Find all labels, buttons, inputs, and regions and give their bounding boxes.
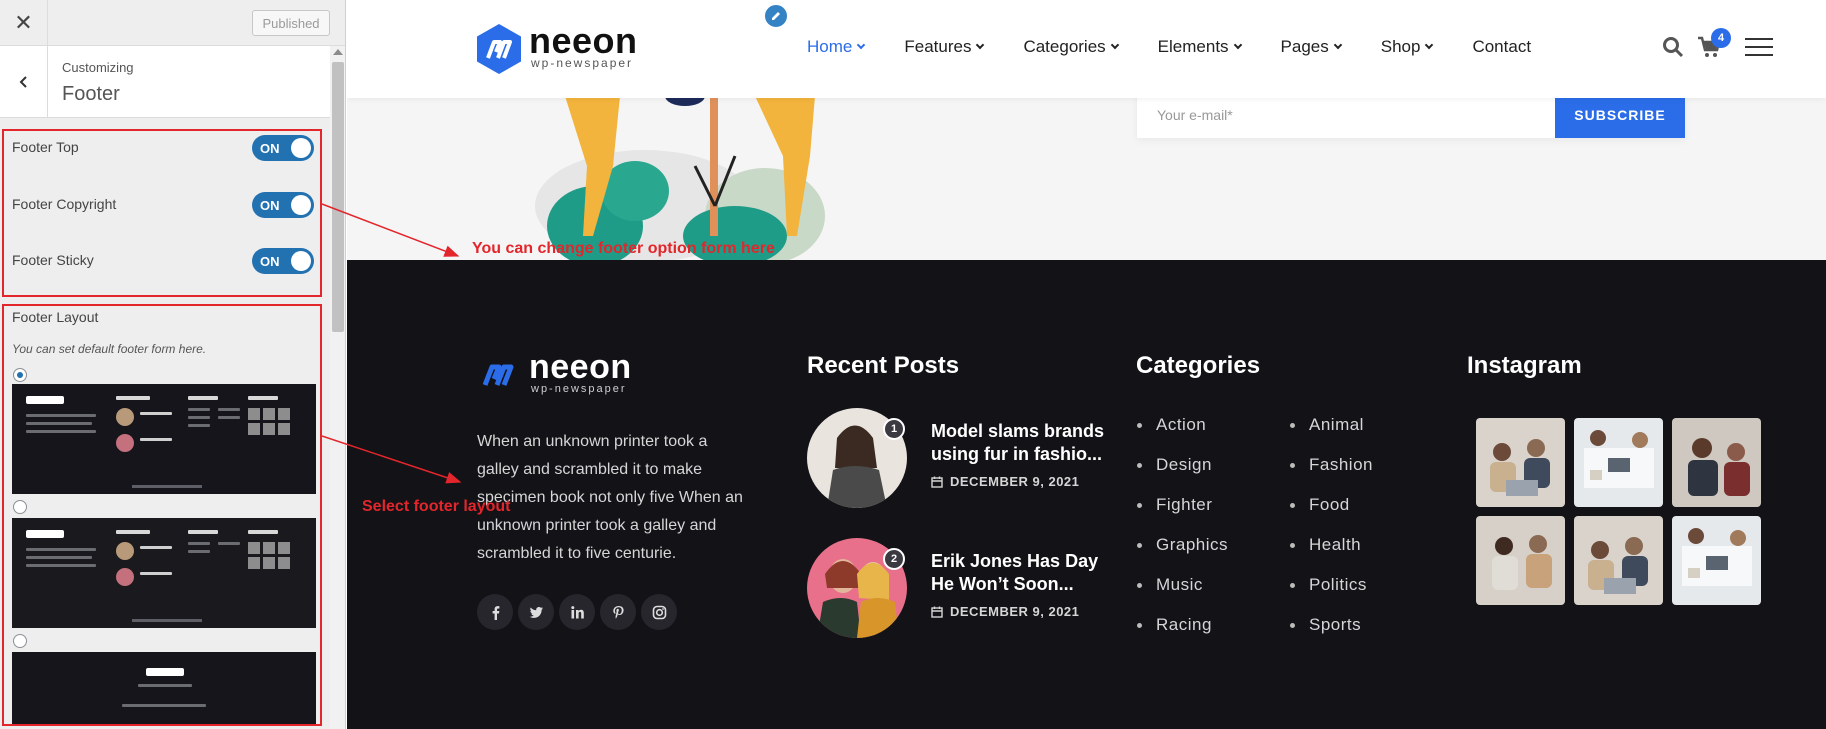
instagram-photo[interactable] <box>1574 516 1663 605</box>
close-customizer-button[interactable]: ✕ <box>0 0 48 46</box>
category-link[interactable]: Action <box>1137 405 1287 445</box>
site-logo-tagline: wp-newspaper <box>531 56 634 70</box>
post-number-badge: 1 <box>883 418 905 440</box>
category-link[interactable]: Health <box>1290 525 1440 565</box>
instagram-photo[interactable] <box>1672 516 1761 605</box>
scrollbar-thumb[interactable] <box>332 62 344 332</box>
category-link[interactable]: Politics <box>1290 565 1440 605</box>
instagram-grid <box>1476 418 1766 605</box>
section-title: Footer <box>62 83 120 105</box>
instagram-photo[interactable] <box>1672 418 1761 507</box>
instagram-photo[interactable] <box>1574 418 1663 507</box>
sidebar-scrollbar[interactable] <box>330 46 345 729</box>
categories-list-left: Action Design Fighter Graphics Music Rac… <box>1137 405 1287 645</box>
category-link[interactable]: Racing <box>1137 605 1287 645</box>
chevron-down-icon <box>1333 40 1342 50</box>
chevron-down-icon <box>1110 40 1119 50</box>
category-link[interactable]: Sports <box>1290 605 1440 645</box>
post-title[interactable]: Model slams brands using fur in fashio..… <box>931 420 1113 464</box>
menu-item-home[interactable]: Home <box>807 37 866 57</box>
chevron-down-icon <box>857 40 866 50</box>
annotation-toggles: You can change footer option form here <box>472 240 775 257</box>
recent-post-item[interactable]: 1 Model slams brands using fur in fashio… <box>807 408 1127 510</box>
chevron-down-icon <box>1425 40 1434 50</box>
newsletter-form: SUBSCRIBE <box>1137 92 1685 138</box>
footer-logo-text[interactable]: neeon <box>529 348 632 387</box>
menu-item-features[interactable]: Features <box>904 37 985 57</box>
site-preview: SUBSCRIBE neeon wp-newspaper Home Featur… <box>347 0 1826 729</box>
toggles-highlight-box <box>2 129 322 297</box>
email-input[interactable] <box>1137 92 1555 138</box>
pinterest-icon[interactable] <box>600 594 636 630</box>
categories-list-right: Animal Fashion Food Health Politics Spor… <box>1290 405 1440 645</box>
category-link[interactable]: Fashion <box>1290 445 1440 485</box>
chevron-down-icon <box>1233 40 1242 50</box>
recent-post-item[interactable]: 2 Erik Jones Has Day He Won’t Soon... DE… <box>807 538 1127 640</box>
instagram-icon[interactable] <box>641 594 677 630</box>
scroll-up-icon[interactable] <box>333 49 343 55</box>
layout-highlight-box <box>2 304 322 726</box>
customizer-sidebar: ✕ Published Customizing Footer Footer To… <box>0 0 346 729</box>
category-link[interactable]: Music <box>1137 565 1287 605</box>
footer-logo-tagline: wp-newspaper <box>531 383 627 395</box>
customizer-topbar: ✕ Published <box>0 0 345 46</box>
menu-item-contact[interactable]: Contact <box>1472 37 1531 57</box>
instagram-title: Instagram <box>1467 352 1582 379</box>
footer-logo-icon[interactable] <box>483 363 517 387</box>
category-link[interactable]: Food <box>1290 485 1440 525</box>
breadcrumb: Customizing <box>62 60 134 75</box>
twitter-icon[interactable] <box>518 594 554 630</box>
close-icon: ✕ <box>14 10 33 35</box>
illustration-image <box>535 96 825 260</box>
cart-count-badge: 4 <box>1711 28 1731 48</box>
menu-item-categories[interactable]: Categories <box>1023 37 1119 57</box>
facebook-icon[interactable] <box>477 594 513 630</box>
instagram-photo[interactable] <box>1476 418 1565 507</box>
calendar-icon <box>931 476 943 488</box>
chevron-down-icon <box>976 40 985 50</box>
subscribe-button[interactable]: SUBSCRIBE <box>1555 92 1685 138</box>
category-link[interactable]: Graphics <box>1137 525 1287 565</box>
footer-description: When an unknown printer took a galley an… <box>477 433 743 562</box>
post-date: DECEMBER 9, 2021 <box>931 474 1079 489</box>
post-date: DECEMBER 9, 2021 <box>931 604 1079 619</box>
back-button[interactable] <box>0 46 48 118</box>
main-menu: Home Features Categories Elements Pages … <box>807 37 1571 57</box>
recent-posts-title: Recent Posts <box>807 352 960 379</box>
menu-item-pages[interactable]: Pages <box>1281 37 1342 57</box>
calendar-icon <box>931 606 943 618</box>
site-header: neeon wp-newspaper Home Features Categor… <box>347 0 1826 98</box>
menu-item-elements[interactable]: Elements <box>1158 37 1242 57</box>
hamburger-menu-icon[interactable] <box>1745 38 1773 56</box>
edit-shortcut-pencil-icon[interactable] <box>763 3 789 29</box>
social-links <box>477 594 682 630</box>
category-link[interactable]: Fighter <box>1137 485 1287 525</box>
search-icon[interactable] <box>1662 36 1684 58</box>
categories-title: Categories <box>1136 352 1261 379</box>
post-number-badge: 2 <box>883 548 905 570</box>
category-link[interactable]: Animal <box>1290 405 1440 445</box>
published-button[interactable]: Published <box>252 10 330 36</box>
linkedin-icon[interactable] <box>559 594 595 630</box>
chevron-left-icon <box>19 76 27 88</box>
logo-icon[interactable] <box>477 24 521 74</box>
section-header: Customizing Footer <box>0 46 330 118</box>
site-footer: neeon wp-newspaper When an unknown print… <box>347 260 1826 729</box>
category-link[interactable]: Design <box>1137 445 1287 485</box>
instagram-photo[interactable] <box>1476 516 1565 605</box>
post-title[interactable]: Erik Jones Has Day He Won’t Soon... <box>931 550 1113 594</box>
annotation-layout: Select footer layout <box>362 498 511 515</box>
menu-item-shop[interactable]: Shop <box>1381 37 1434 57</box>
